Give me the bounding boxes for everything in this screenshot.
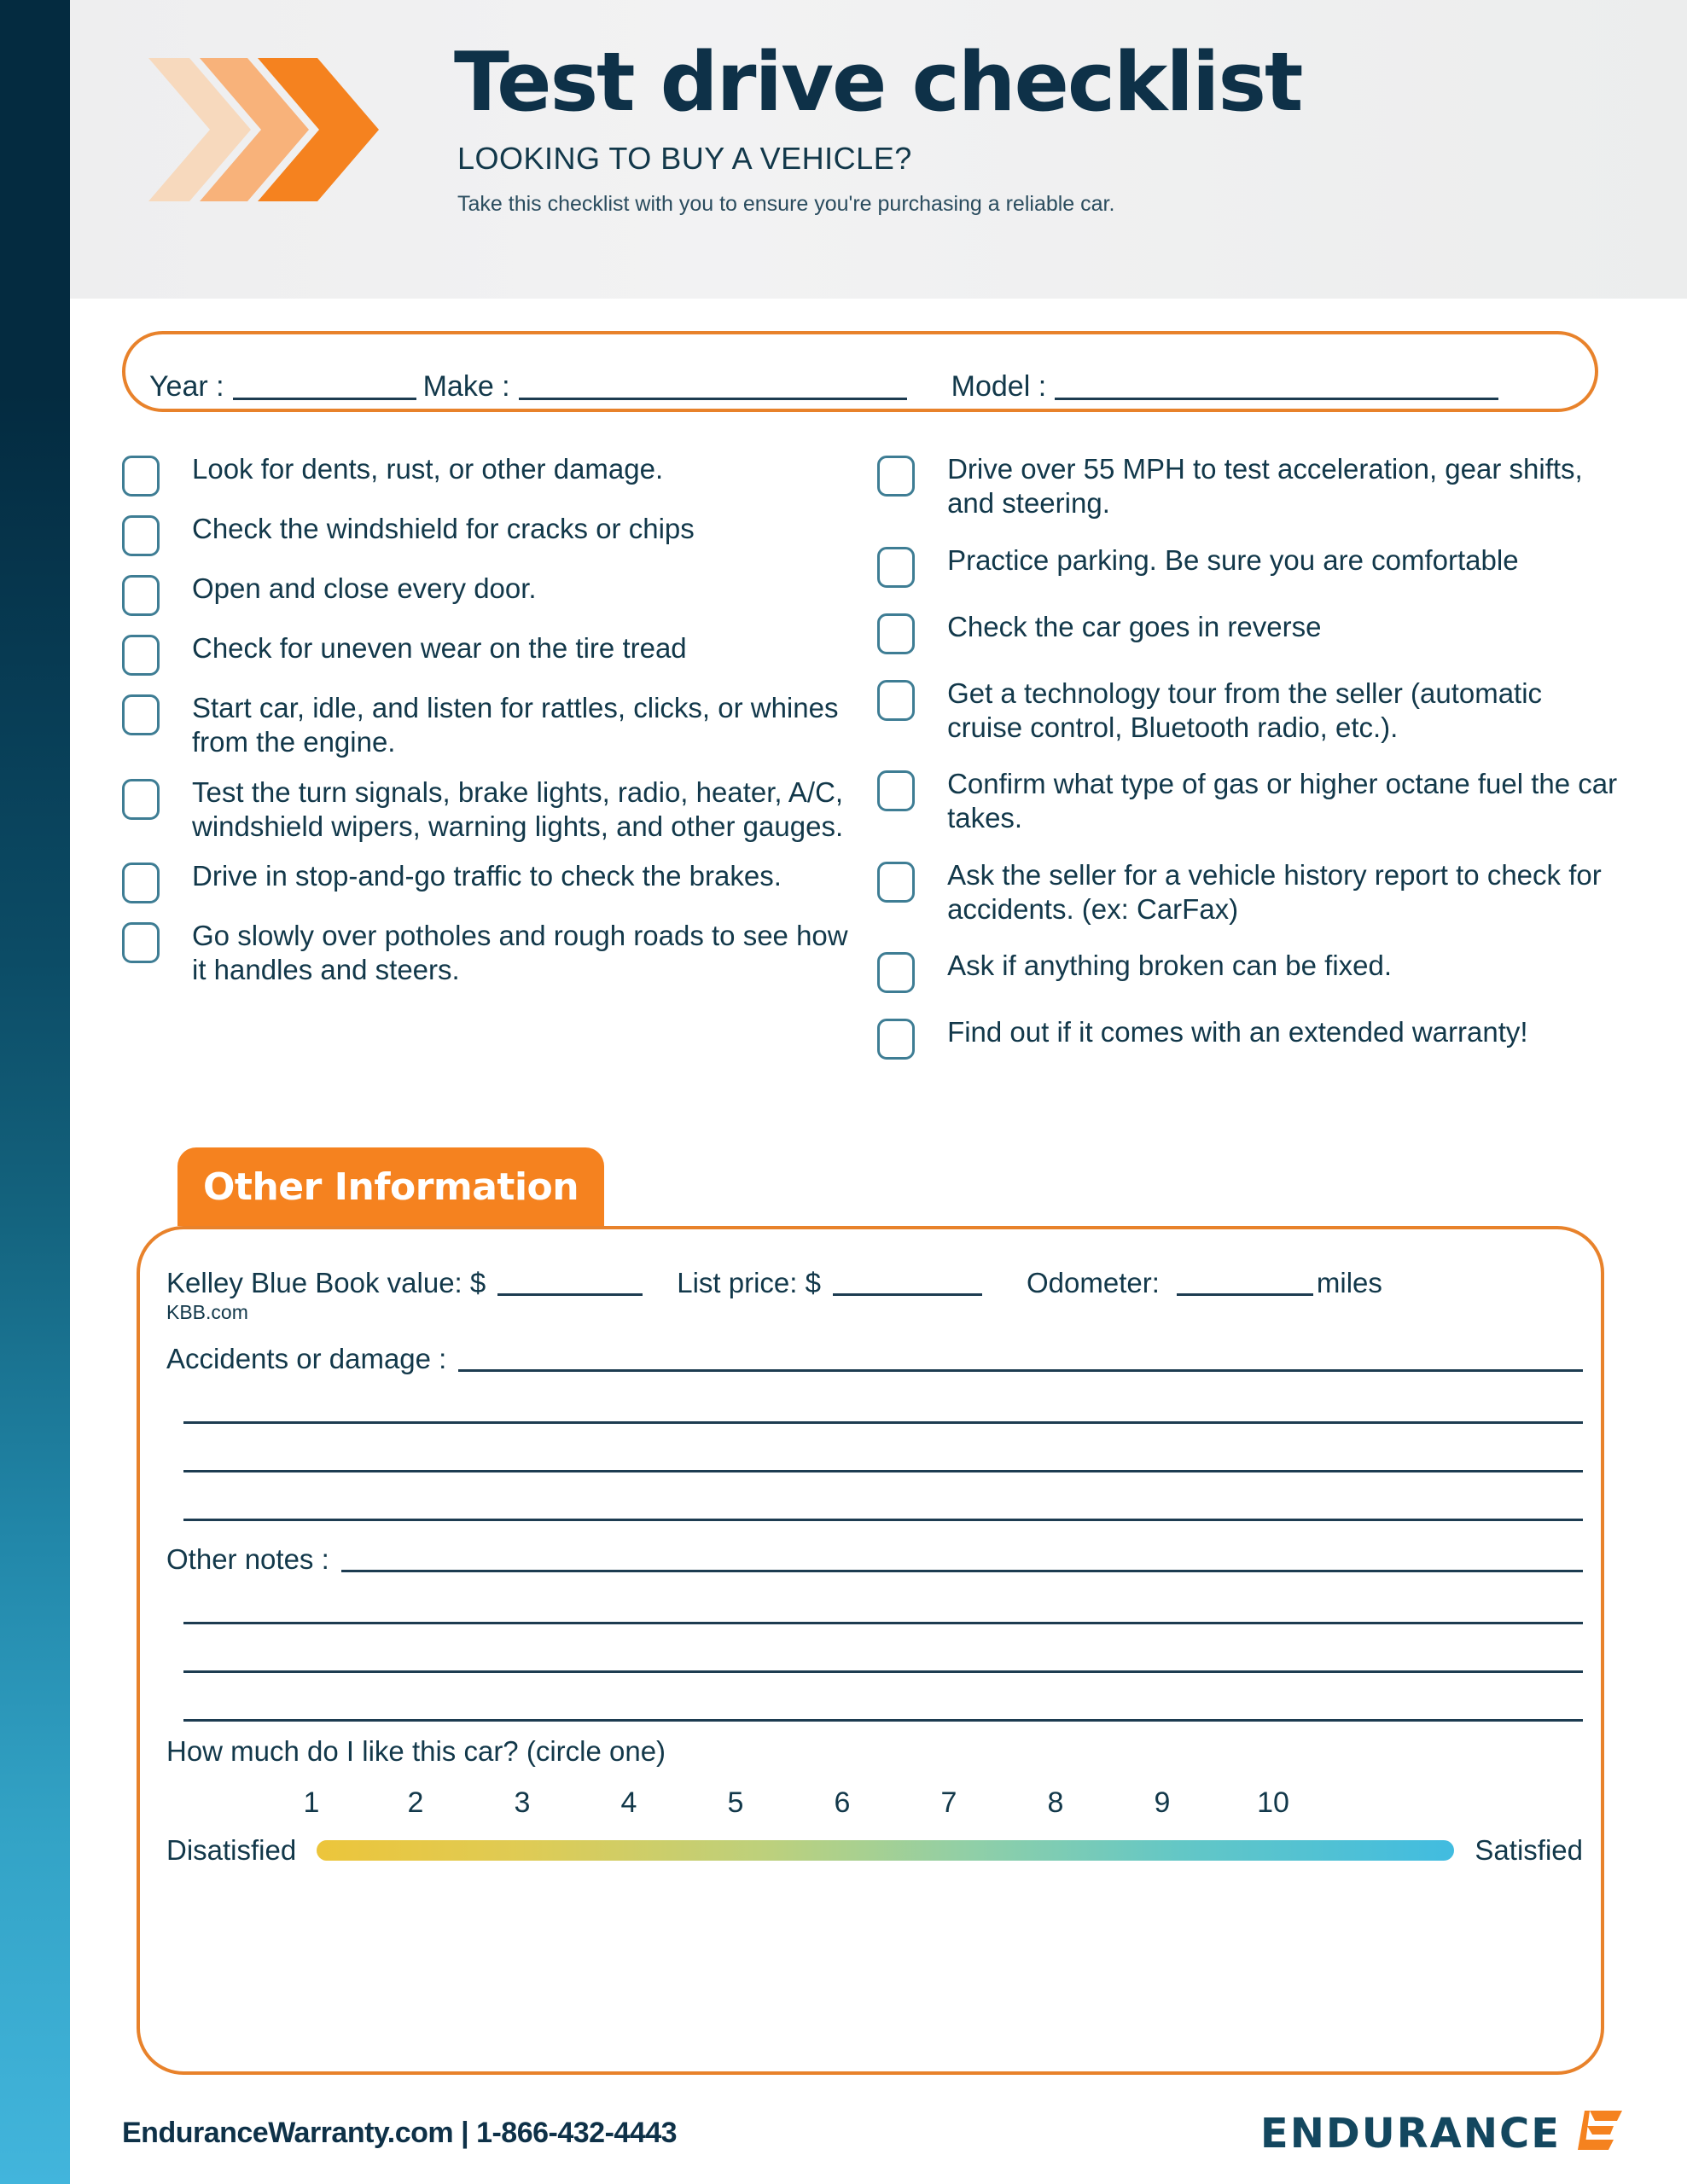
checklist-item-label: Start car, idle, and listen for rattles,… xyxy=(192,692,839,758)
year-label: Year : xyxy=(149,370,224,403)
checklist-item[interactable]: Ask the seller for a vehicle history rep… xyxy=(877,858,1624,927)
checklist-item-label: Drive in stop-and-go traffic to check th… xyxy=(192,860,782,892)
checklist-column-right: Drive over 55 MPH to test acceleration, … xyxy=(877,452,1624,1082)
other-information-tab-label: Other Information xyxy=(203,1165,579,1209)
page-footer: EnduranceWarranty.com | 1-866-432-4443 E… xyxy=(122,2107,1624,2159)
checklist-item[interactable]: Go slowly over potholes and rough roads … xyxy=(122,919,852,988)
checkbox-icon[interactable] xyxy=(122,694,160,735)
model-input[interactable] xyxy=(1055,372,1499,400)
checkbox-icon[interactable] xyxy=(877,770,916,811)
checklist-item-label: Check for uneven wear on the tire tread xyxy=(192,632,687,664)
vehicle-info-box: Year : Make : Model : xyxy=(122,331,1598,412)
make-input[interactable] xyxy=(518,372,907,400)
checklist-item-label: Drive over 55 MPH to test acceleration, … xyxy=(947,453,1583,520)
header-subtitle: LOOKING TO BUY A VEHICLE? xyxy=(457,141,912,176)
checkbox-icon[interactable] xyxy=(877,456,916,497)
checklist-item[interactable]: Drive in stop-and-go traffic to check th… xyxy=(122,859,852,903)
checklist-item-label: Get a technology tour from the seller (a… xyxy=(947,677,1543,743)
checklist-item-label: Ask if anything broken can be fixed. xyxy=(947,950,1393,981)
header-description: Take this checklist with you to ensure y… xyxy=(457,192,1115,216)
page-title: Test drive checklist xyxy=(454,36,1303,130)
checklist-item-label: Test the turn signals, brake lights, rad… xyxy=(192,775,844,842)
make-label: Make : xyxy=(422,370,510,403)
endurance-logo: ENDURANCE xyxy=(1260,2107,1624,2159)
checklist-item-label: Ask the seller for a vehicle history rep… xyxy=(947,858,1602,925)
checklist-item[interactable]: Ask if anything broken can be fixed. xyxy=(877,949,1624,993)
checkbox-icon[interactable] xyxy=(877,613,916,654)
footer-separator: | xyxy=(461,2117,469,2149)
checklist-item[interactable]: Look for dents, rust, or other damage. xyxy=(122,452,852,497)
other-information-tab: Other Information xyxy=(177,1147,605,1226)
checklist-item-label: Look for dents, rust, or other damage. xyxy=(192,453,664,485)
checklist-item-label: Find out if it comes with an extended wa… xyxy=(947,1016,1528,1048)
endurance-logo-word: ENDURANCE xyxy=(1259,2109,1561,2158)
checklist: Look for dents, rust, or other damage. C… xyxy=(122,452,1624,1082)
checkbox-icon[interactable] xyxy=(122,456,160,497)
checkbox-icon[interactable] xyxy=(122,635,160,676)
footer-phone[interactable]: 1-866-432-4443 xyxy=(476,2117,677,2149)
endurance-mark-icon xyxy=(1576,2107,1624,2159)
checklist-item[interactable]: Confirm what type of gas or higher octan… xyxy=(877,767,1624,836)
checklist-item[interactable]: Start car, idle, and listen for rattles,… xyxy=(122,691,852,760)
checklist-item[interactable]: Check for uneven wear on the tire tread xyxy=(122,631,852,676)
checklist-item[interactable]: Get a technology tour from the seller (a… xyxy=(877,677,1624,746)
checklist-item-label: Practice parking. Be sure you are comfor… xyxy=(947,543,1519,576)
checklist-item-label: Check the windshield for cracks or chips xyxy=(192,513,695,544)
header-text-block: Test drive checklist LOOKING TO BUY A VE… xyxy=(454,43,1649,217)
checklist-item-label: Open and close every door. xyxy=(192,572,537,604)
checklist-item[interactable]: Open and close every door. xyxy=(122,572,852,616)
checkbox-icon[interactable] xyxy=(122,515,160,556)
checklist-item-label: Go slowly over potholes and rough roads … xyxy=(192,920,848,986)
checklist-column-left: Look for dents, rust, or other damage. C… xyxy=(122,452,852,1082)
chevron-logo-icon xyxy=(147,53,403,206)
checklist-item[interactable]: Drive over 55 MPH to test acceleration, … xyxy=(877,452,1624,521)
checkbox-icon[interactable] xyxy=(877,546,916,588)
checkbox-icon[interactable] xyxy=(122,863,160,903)
vehicle-info-row: Year : Make : Model : xyxy=(149,370,1591,404)
checkbox-icon[interactable] xyxy=(122,575,160,616)
checkbox-icon[interactable] xyxy=(877,1019,916,1060)
checkbox-icon[interactable] xyxy=(122,778,160,820)
checklist-item[interactable]: Practice parking. Be sure you are comfor… xyxy=(877,543,1624,588)
year-input[interactable] xyxy=(232,372,416,400)
checklist-item-label: Confirm what type of gas or higher octan… xyxy=(947,768,1618,834)
checklist-item-label: Check the car goes in reverse xyxy=(947,610,1322,642)
left-accent-bar xyxy=(0,0,70,2184)
page-header: Test drive checklist LOOKING TO BUY A VE… xyxy=(70,0,1687,299)
checkbox-icon[interactable] xyxy=(877,952,916,993)
checklist-item[interactable]: Check the car goes in reverse xyxy=(877,610,1624,654)
checklist-item[interactable]: Check the windshield for cracks or chips xyxy=(122,512,852,556)
checklist-item[interactable]: Find out if it comes with an extended wa… xyxy=(877,1015,1624,1060)
model-label: Model : xyxy=(951,370,1047,403)
checkbox-icon[interactable] xyxy=(877,679,916,721)
checkbox-icon[interactable] xyxy=(122,922,160,963)
footer-contact: EnduranceWarranty.com | 1-866-432-4443 xyxy=(122,2117,678,2150)
footer-website[interactable]: EnduranceWarranty.com xyxy=(122,2117,454,2149)
other-information-box xyxy=(137,1226,1604,2075)
checkbox-icon[interactable] xyxy=(877,861,916,903)
checklist-item[interactable]: Test the turn signals, brake lights, rad… xyxy=(122,775,852,845)
